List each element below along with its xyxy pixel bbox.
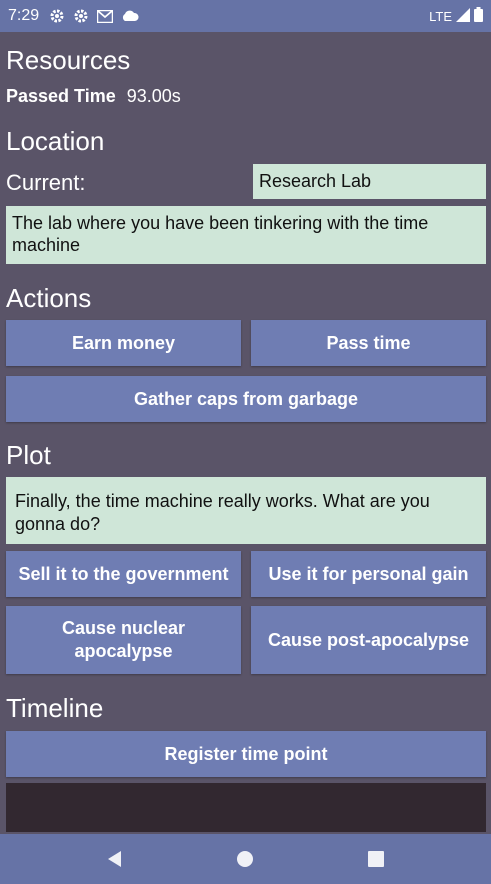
gear-icon <box>73 8 89 24</box>
network-type: LTE <box>429 8 452 24</box>
location-heading: Location <box>6 126 105 156</box>
plot-text: Finally, the time machine really works. … <box>6 477 486 544</box>
back-icon[interactable] <box>95 839 135 879</box>
personal-gain-button[interactable]: Use it for personal gain <box>251 551 486 597</box>
status-time: 7:29 <box>8 7 40 24</box>
passed-time-label: Passed Time <box>6 86 116 106</box>
cloud-icon <box>121 10 139 22</box>
resources-heading: Resources <box>6 45 131 75</box>
timeline-list[interactable] <box>6 783 486 832</box>
passed-time-value: 93.00s <box>126 86 181 106</box>
gather-caps-button[interactable]: Gather caps from garbage <box>6 376 486 422</box>
status-bar: 7:29 LTE <box>0 0 491 32</box>
location-description: The lab where you have been tinkering wi… <box>6 206 486 264</box>
nuclear-apocalypse-button[interactable]: Cause nuclear apocalypse <box>6 606 241 674</box>
timeline-heading: Timeline <box>6 693 104 723</box>
current-location-value: Research Lab <box>253 164 486 199</box>
actions-heading: Actions <box>6 283 92 313</box>
sell-to-government-button[interactable]: Sell it to the government <box>6 551 241 597</box>
gmail-icon <box>97 9 114 23</box>
home-icon[interactable] <box>225 839 265 879</box>
battery-icon <box>474 7 483 25</box>
passed-time: Passed Time 93.00s <box>6 86 181 107</box>
signal-icon <box>456 7 470 25</box>
post-apocalypse-button[interactable]: Cause post-apocalypse <box>251 606 486 674</box>
earn-money-button[interactable]: Earn money <box>6 320 241 366</box>
register-time-point-button[interactable]: Register time point <box>6 731 486 777</box>
gear-icon <box>49 8 65 24</box>
pass-time-button[interactable]: Pass time <box>251 320 486 366</box>
recents-icon[interactable] <box>356 839 396 879</box>
navigation-bar <box>0 834 491 884</box>
plot-heading: Plot <box>6 440 51 470</box>
current-location-label: Current: <box>6 170 86 195</box>
